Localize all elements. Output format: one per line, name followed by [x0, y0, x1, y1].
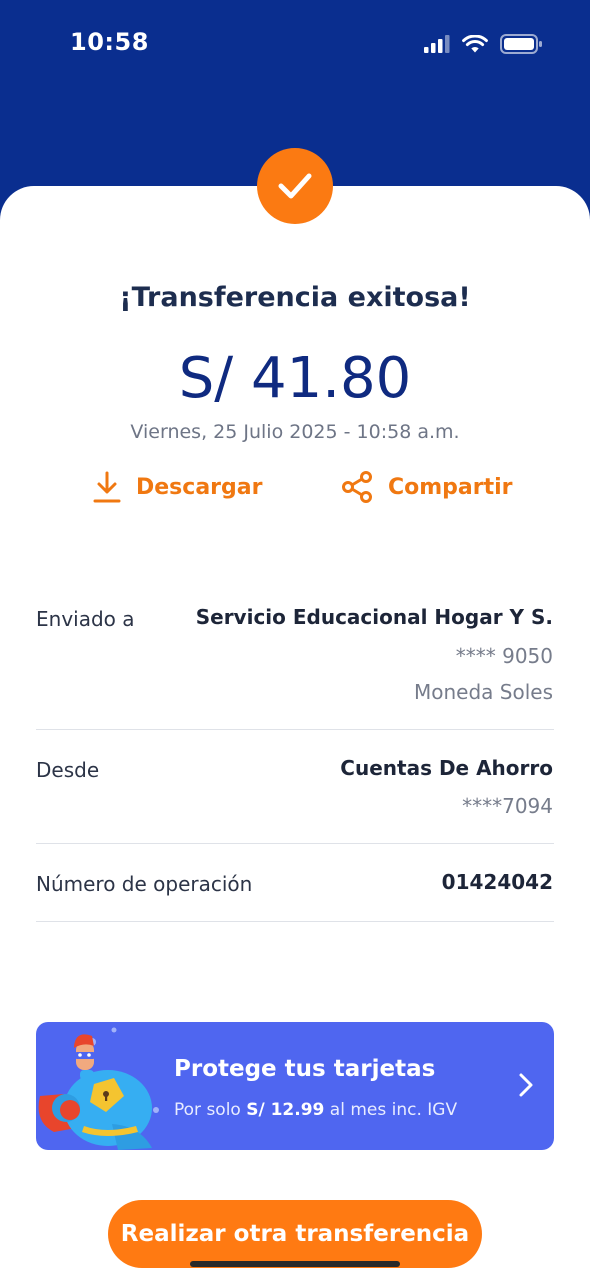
transfer-datetime: Viernes, 25 Julio 2025 - 10:58 a.m. — [130, 421, 460, 443]
share-icon — [342, 471, 372, 503]
divider — [36, 843, 554, 844]
signal-icon — [424, 35, 450, 53]
card-protection-banner[interactable]: Protege tus tarjetas Por solo S/ 12.99 a… — [36, 1022, 554, 1150]
recipient-currency: Moneda Soles — [414, 680, 553, 704]
operation-label: Número de operación — [36, 872, 253, 896]
chevron-right-icon — [519, 1073, 533, 1097]
wifi-icon — [462, 34, 488, 52]
download-icon — [93, 471, 121, 503]
status-time: 10:58 — [70, 28, 149, 56]
divider — [36, 921, 554, 922]
source-account-number: ****7094 — [462, 794, 553, 818]
source-account-type: Cuentas De Ahorro — [340, 756, 553, 780]
result-title: ¡Transferencia exitosa! — [119, 282, 471, 313]
operation-number: 01424042 — [441, 870, 553, 894]
promo-title: Protege tus tarjetas — [174, 1056, 436, 1082]
promo-price: S/ 12.99 — [246, 1100, 325, 1120]
battery-icon — [500, 34, 542, 54]
share-button[interactable]: Compartir — [340, 470, 513, 504]
new-transfer-button[interactable]: Realizar otra transferencia — [108, 1200, 482, 1268]
recipient-account: **** 9050 — [455, 644, 553, 668]
sent-to-label: Enviado a — [36, 607, 135, 631]
transfer-amount: S/ 41.80 — [178, 346, 412, 411]
status-icons — [424, 34, 542, 54]
superhero-mascot-illustration — [38, 1027, 159, 1150]
promo-subtitle: Por solo S/ 12.99 al mes inc. IGV — [174, 1100, 458, 1120]
share-label: Compartir — [388, 474, 513, 500]
download-button[interactable]: Descargar — [92, 470, 262, 504]
recipient-name: Servicio Educacional Hogar Y S. — [195, 605, 553, 629]
divider — [36, 729, 554, 730]
home-indicator — [190, 1261, 400, 1267]
from-label: Desde — [36, 758, 100, 782]
download-label: Descargar — [136, 474, 263, 500]
checkmark-icon — [278, 173, 312, 199]
success-badge — [257, 148, 333, 224]
